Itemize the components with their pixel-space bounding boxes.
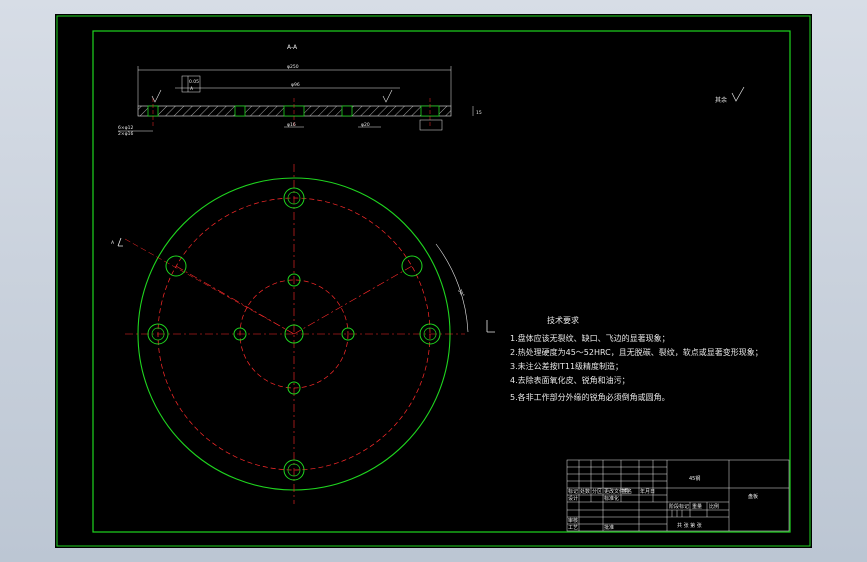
thickness-dim-text: 15 [476,110,482,116]
hole-small-dim: φ16 [287,122,296,128]
left-callout-2: 2×φ16 [118,131,133,137]
tb-row-label-5: 签名 [622,488,632,495]
view-arrow-left-label: A [111,240,115,246]
tech-req-item-1: 1.盘体应该无裂纹、缺口、飞边的显著现象； [510,333,670,343]
roughness-check-icon [731,86,745,102]
drawing-sheet: A-A φ250 φ96 0.05 A 15 φ16 φ20 6×φ12 2×φ… [55,14,812,548]
tech-req-item-5: 5.各非工作部分外缘的锐角必须倒角或圆角。 [510,392,670,402]
tb-standard: 标准化 [604,495,619,502]
tech-req-item-4: 4.去除表面氧化皮、锐角和油污； [510,375,630,385]
tb-sheet-count: 共 张 第 张 [677,522,702,529]
right-callout-box [419,119,443,131]
plan-view: 30° A [111,164,495,504]
tb-review: 审核 [568,517,578,524]
overall-dim-text: φ250 [287,64,299,70]
tb-approve: 批准 [604,524,614,531]
tb-stage-mark: 阶段标记 [669,503,689,510]
tb-process: 工艺 [568,525,578,531]
tb-weight: 重量 [692,503,702,510]
tb-row-label-2: 处数 [580,488,590,495]
angle-dim-arc [435,243,469,333]
diagonal-centerline-right [293,265,413,335]
section-view: A-A φ250 φ96 0.05 A 15 φ16 φ20 6×φ12 2×φ… [118,44,482,137]
tb-material: 45钢 [689,475,700,482]
tech-req-item-3: 3.未注公差按IT11级精度制造； [510,361,623,371]
tolerance-datum: A [190,86,194,92]
left-callout-1: 6×φ12 [118,125,133,131]
drawing-canvas: A-A φ250 φ96 0.05 A 15 φ16 φ20 6×φ12 2×φ… [56,15,811,547]
tech-req-title: 技术要求 [547,315,579,325]
tb-row-label-1: 标记 [568,488,578,495]
tb-design: 设计 [568,495,578,502]
roughness-note: 其余 [715,96,727,104]
view-arrow-left-icon [117,237,123,247]
tb-part-name: 盘板 [748,493,758,500]
tech-req-item-2: 2.热处理硬度为45～52HRC，且无脱碳、裂纹，软点或显著变形现象； [510,347,763,357]
tb-row-label-3: 分区 [592,488,602,495]
cad-viewport[interactable]: A-A φ250 φ96 0.05 A 15 φ16 φ20 6×φ12 2×φ… [0,0,867,562]
hole-large-dim: φ20 [361,122,370,128]
section-hole-2 [234,105,246,117]
view-arrow-right-icon [486,320,495,333]
section-label: A-A [287,44,298,51]
tb-scale: 比例 [709,503,719,510]
title-block-text: 45钢 盘板 标记 处数 分区 更改文件号 签名 年月日 设计 标准化 审核 工… [568,475,758,531]
roughness-mark-left [151,89,162,103]
tolerance-value: 0.05 [189,79,199,85]
angle-dim-text: 30° [456,288,465,298]
outer-border [56,15,811,547]
bolt-dim-text: φ96 [291,82,300,88]
roughness-mark-right [382,89,393,103]
section-hole-3 [341,105,353,117]
tb-row-label-6: 年月日 [640,488,655,495]
tech-requirements: 技术要求 1.盘体应该无裂纹、缺口、飞边的显著现象； 2.热处理硬度为45～52… [510,315,763,402]
